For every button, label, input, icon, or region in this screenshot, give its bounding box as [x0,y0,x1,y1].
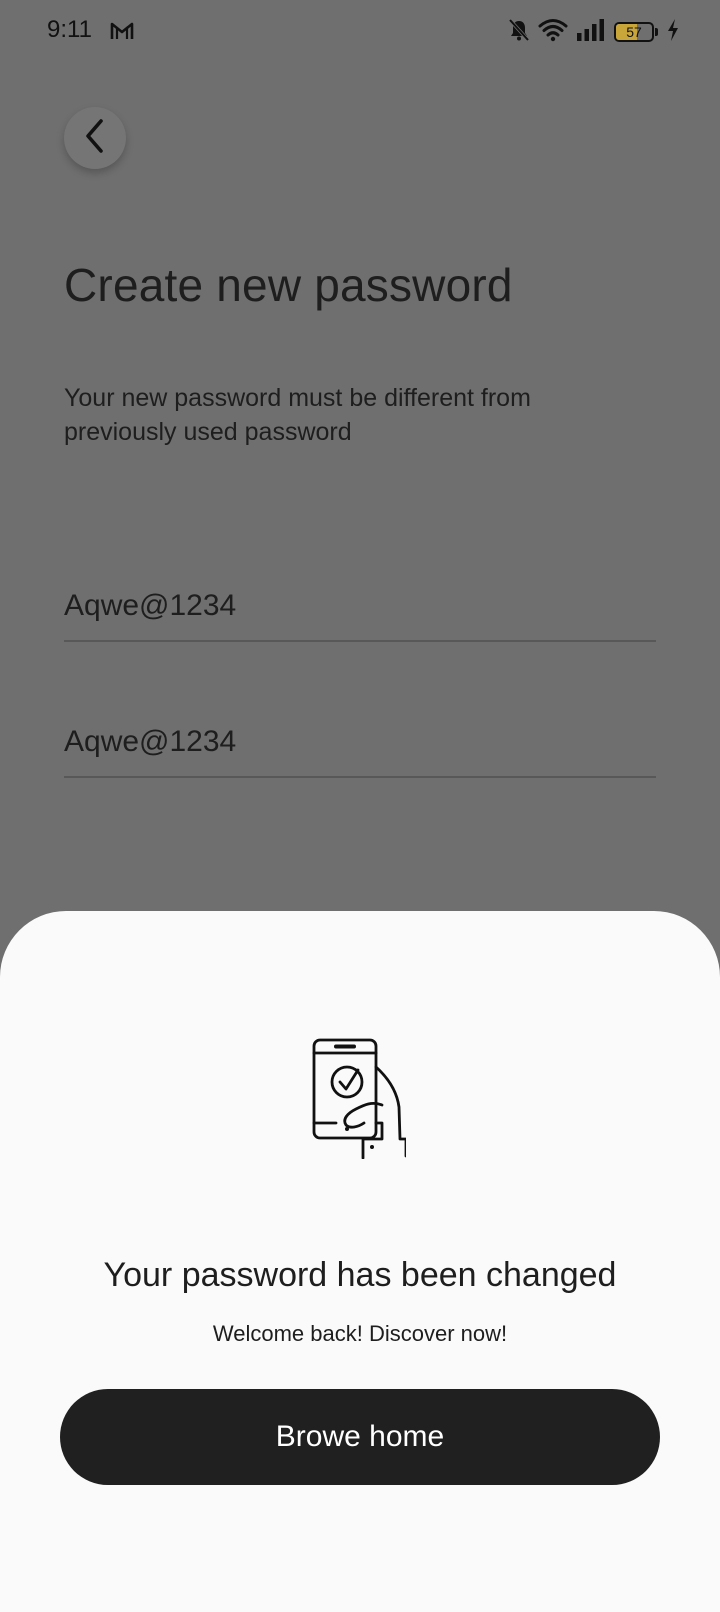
success-subtitle: Welcome back! Discover now! [212,1321,508,1346]
success-bottom-sheet: Your password has been changed Welcome b… [0,911,720,1612]
gmail-icon [110,22,134,45]
page-subtitle: Your new password must be different from… [64,384,531,446]
notifications-muted-icon [508,18,530,47]
new-password-field[interactable] [64,572,656,642]
chevron-left-icon [82,118,108,159]
battery-level: 57 [626,24,642,40]
status-bar: 9:11 57 [0,0,720,64]
battery-icon: 57 [614,22,654,42]
browse-home-button[interactable]: Browe home [60,1389,660,1485]
charging-icon [666,18,680,47]
confirm-password-field[interactable] [64,708,656,778]
status-time: 9:11 [47,16,92,43]
success-title: Your password has been changed [103,1256,617,1294]
phone-check-hand-icon [310,1037,408,1160]
page-title: Create new password [64,259,513,311]
back-button[interactable] [64,107,126,169]
signal-icon [576,18,606,47]
wifi-icon [538,18,568,47]
status-icons: 57 [508,18,680,46]
battery-tip [655,28,658,36]
